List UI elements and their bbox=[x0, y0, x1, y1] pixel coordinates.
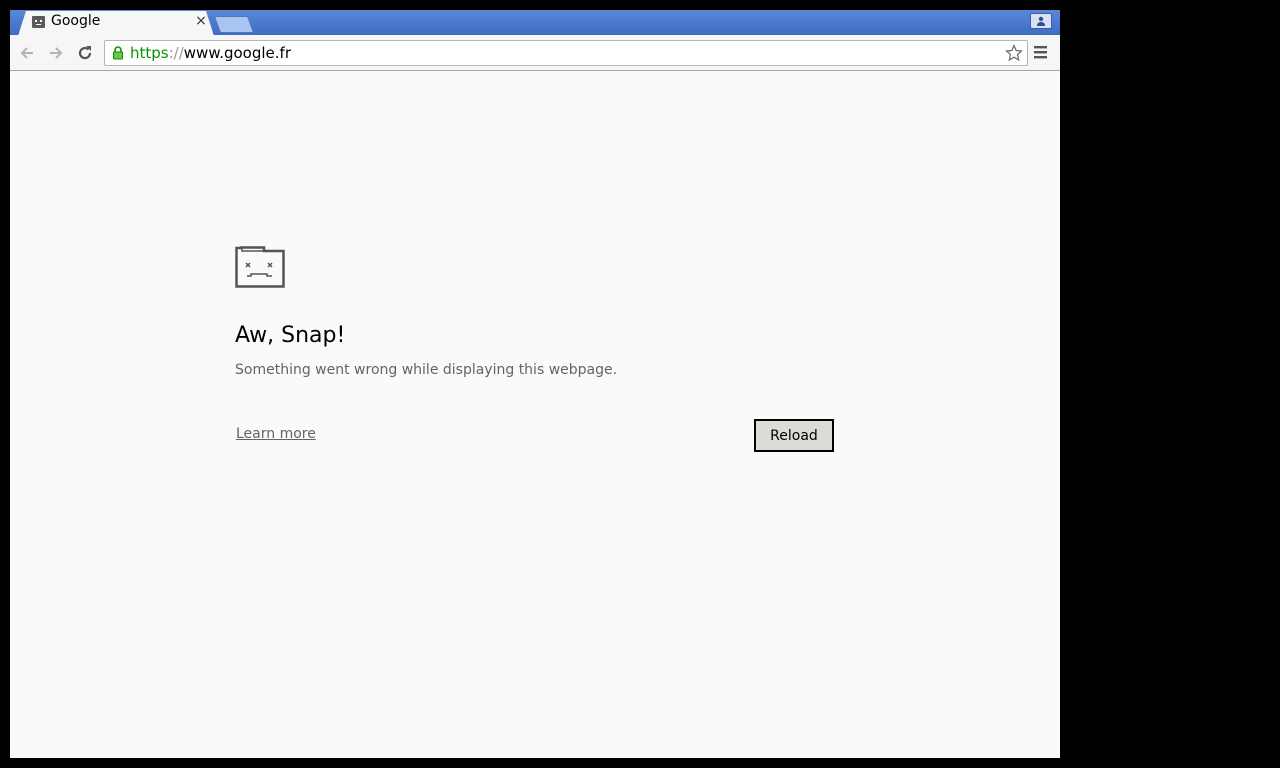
learn-more-link[interactable]: Learn more bbox=[236, 426, 316, 442]
browser-window: Google × https://www.google.fr Aw, Snap!… bbox=[10, 10, 1060, 758]
toolbar: https://www.google.fr bbox=[10, 35, 1060, 71]
sad-page-icon bbox=[32, 16, 45, 28]
error-message: Something went wrong while displaying th… bbox=[235, 362, 618, 378]
close-tab-icon[interactable]: × bbox=[194, 14, 208, 28]
reload-page-button[interactable]: Reload bbox=[754, 419, 834, 452]
url-separator: :// bbox=[168, 44, 184, 62]
reload-icon bbox=[78, 46, 92, 60]
hamburger-menu-icon[interactable] bbox=[1034, 44, 1048, 60]
arrow-left-icon bbox=[20, 47, 33, 59]
url-scheme: https bbox=[130, 44, 169, 62]
reload-button[interactable] bbox=[75, 43, 95, 63]
forward-button[interactable] bbox=[46, 43, 66, 63]
back-button[interactable] bbox=[17, 43, 37, 63]
url-host: www.google.fr bbox=[183, 44, 291, 62]
arrow-right-icon bbox=[50, 47, 63, 59]
tab-strip: Google × bbox=[10, 10, 1060, 36]
new-tab-button[interactable] bbox=[213, 16, 255, 33]
url-text: https://www.google.fr bbox=[130, 44, 291, 62]
error-heading: Aw, Snap! bbox=[235, 323, 346, 348]
tab-google[interactable] bbox=[18, 11, 214, 36]
sad-tab-icon bbox=[235, 246, 285, 288]
profile-button[interactable] bbox=[1030, 13, 1052, 29]
lock-icon bbox=[113, 46, 123, 60]
error-page: Aw, Snap! Something went wrong while dis… bbox=[10, 71, 1060, 758]
star-outline-icon[interactable] bbox=[1005, 44, 1023, 62]
person-icon bbox=[1037, 16, 1045, 26]
address-bar[interactable]: https://www.google.fr bbox=[104, 40, 1028, 66]
tab-title: Google bbox=[51, 13, 101, 29]
